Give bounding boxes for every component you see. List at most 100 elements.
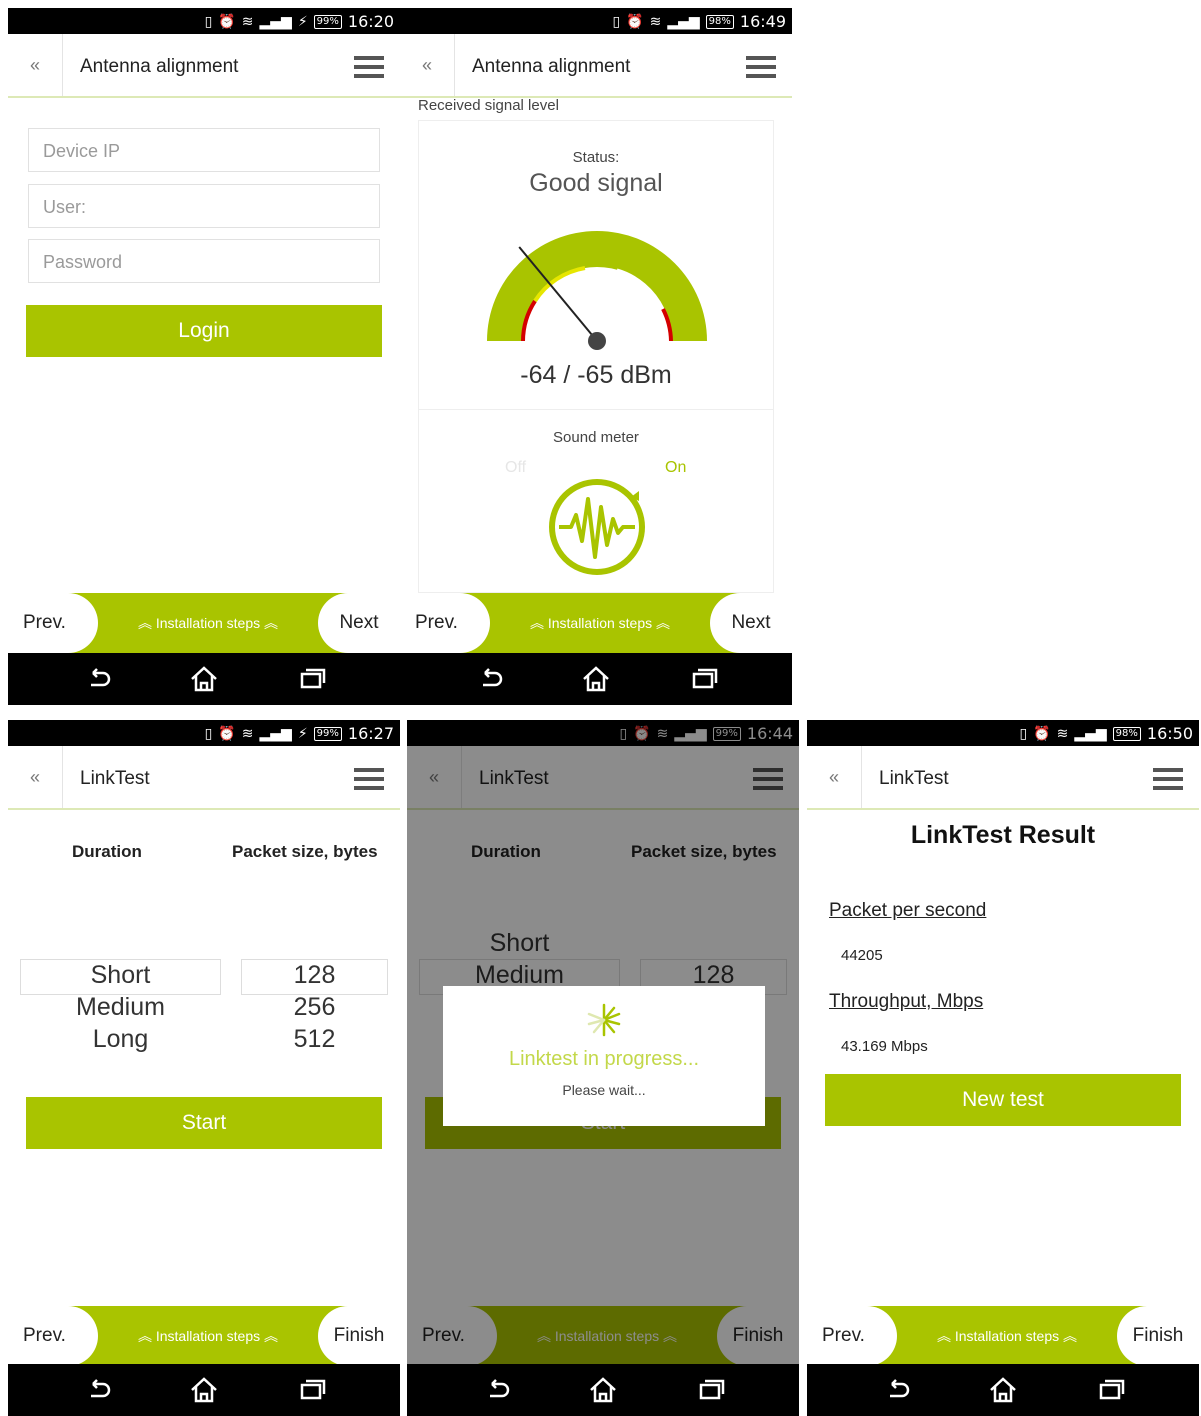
- app-bar: « Antenna alignment: [400, 34, 792, 98]
- installation-steps-button[interactable]: ︽ Installation steps ︽: [98, 1306, 318, 1366]
- back-icon[interactable]: [882, 1374, 914, 1406]
- page-title: Antenna alignment: [80, 56, 239, 77]
- hamburger-menu-icon[interactable]: [1153, 768, 1183, 790]
- alarm-icon: ⏰: [218, 13, 236, 30]
- hamburger-menu-icon[interactable]: [746, 56, 776, 78]
- hamburger-menu-icon[interactable]: [354, 768, 384, 790]
- charging-icon: ⚡: [297, 725, 308, 742]
- prev-button[interactable]: Prev.: [400, 593, 490, 653]
- chevrons-up-icon: ︽: [137, 1328, 156, 1344]
- recents-icon[interactable]: [695, 1374, 727, 1406]
- battery-level: 98%: [1112, 726, 1141, 741]
- wifi-icon: ≋: [1056, 725, 1069, 742]
- status-bar: ▯ ⏰ ≋ ▂▄▆ ⚡ 99% 16:20: [8, 8, 400, 34]
- duration-header: Duration: [72, 842, 142, 861]
- sound-meter-toggle-icon[interactable]: [545, 475, 649, 579]
- clock: 16:49: [739, 12, 786, 31]
- device-ip-field[interactable]: Device IP: [28, 128, 380, 172]
- screen-login: ▯ ⏰ ≋ ▂▄▆ ⚡ 99% 16:20 « Antenna alignmen…: [8, 8, 400, 705]
- duration-picker[interactable]: Short Medium Long: [20, 959, 221, 1055]
- recents-icon[interactable]: [688, 663, 720, 695]
- recents-icon[interactable]: [1095, 1374, 1127, 1406]
- installation-steps-button[interactable]: ︽ Installation steps ︽: [98, 593, 318, 653]
- next-button[interactable]: Next: [318, 593, 400, 653]
- prev-button[interactable]: Prev.: [8, 593, 98, 653]
- signal-reading: -64 / -65 dBm: [520, 361, 672, 389]
- status-value: Good signal: [529, 169, 663, 197]
- packet-size-picker[interactable]: 128 256 512: [241, 959, 388, 1055]
- picker-option-256[interactable]: 256: [241, 991, 388, 1023]
- app-bar: « LinkTest: [807, 746, 1199, 810]
- finish-button[interactable]: Finish: [1117, 1306, 1199, 1366]
- clock: 16:20: [347, 12, 394, 31]
- home-icon[interactable]: [987, 1374, 1019, 1406]
- packet-size-header: Packet size, bytes: [232, 842, 378, 861]
- vibrate-icon: ▯: [204, 725, 213, 742]
- chevrons-up-icon: ︽: [260, 1328, 279, 1344]
- home-icon[interactable]: [188, 663, 220, 695]
- double-chevron-left-icon: «: [29, 54, 40, 75]
- recents-icon[interactable]: [296, 1374, 328, 1406]
- double-chevron-left-icon: «: [421, 54, 432, 75]
- picker-option-medium[interactable]: Medium: [20, 991, 221, 1023]
- user-field[interactable]: User:: [28, 184, 380, 228]
- dialog-subtitle: Please wait...: [562, 1082, 646, 1098]
- android-nav-bar: [400, 653, 792, 705]
- next-button[interactable]: Next: [710, 593, 792, 653]
- back-icon[interactable]: [83, 663, 115, 695]
- installation-steps-button[interactable]: ︽ Installation steps ︽: [897, 1306, 1117, 1366]
- password-field[interactable]: Password: [28, 239, 380, 283]
- prev-button[interactable]: Prev.: [807, 1306, 897, 1366]
- android-nav-bar: [407, 1364, 799, 1416]
- installation-steps-label: Installation steps: [155, 615, 261, 631]
- sound-meter-label: Sound meter: [553, 429, 639, 446]
- status-label: Status:: [572, 149, 620, 166]
- wifi-icon: ≋: [241, 725, 254, 742]
- double-chevron-left-icon: «: [828, 766, 839, 787]
- new-test-button[interactable]: New test: [825, 1074, 1181, 1126]
- signal-gauge: [487, 231, 707, 350]
- back-icon[interactable]: [83, 1374, 115, 1406]
- recents-icon[interactable]: [296, 663, 328, 695]
- back-button[interactable]: «: [400, 34, 455, 96]
- installation-steps-label: Installation steps: [954, 1328, 1060, 1344]
- vibrate-icon: ▯: [612, 13, 621, 30]
- page-title: LinkTest: [80, 768, 150, 789]
- picker-option-short[interactable]: Short: [20, 959, 221, 991]
- installation-steps-label: Installation steps: [547, 615, 653, 631]
- home-icon[interactable]: [188, 1374, 220, 1406]
- result-title: LinkTest Result: [910, 821, 1096, 849]
- alarm-icon: ⏰: [626, 13, 644, 30]
- clock: 16:27: [347, 724, 394, 743]
- hamburger-menu-icon[interactable]: [354, 56, 384, 78]
- dialog-title: Linktest in progress...: [508, 1048, 700, 1070]
- login-button[interactable]: Login: [26, 305, 382, 357]
- picker-option-long[interactable]: Long: [20, 1023, 221, 1055]
- back-button[interactable]: «: [8, 34, 63, 96]
- home-icon[interactable]: [587, 1374, 619, 1406]
- back-button[interactable]: «: [8, 746, 63, 808]
- prev-button[interactable]: Prev.: [8, 1306, 98, 1366]
- progress-dialog: Linktest in progress... Please wait...: [443, 986, 765, 1126]
- back-icon[interactable]: [475, 663, 507, 695]
- sound-on-option[interactable]: On: [665, 459, 686, 477]
- chevrons-up-icon: ︽: [137, 615, 156, 631]
- double-chevron-left-icon: «: [29, 766, 40, 787]
- status-bar: ▯ ⏰ ≋ ▂▄▆ ⚡ 99% 16:27: [8, 720, 400, 746]
- status-bar: ▯ ⏰ ≋ ▂▄▆ 98% 16:49: [400, 8, 792, 34]
- bottom-bar: Prev. ︽ Installation steps ︽ Next: [8, 593, 400, 653]
- screen-linktest-progress: ▯ ⏰ ≋ ▂▄▆ 99% 16:44 « LinkTest Duration …: [407, 720, 799, 1416]
- sound-off-option[interactable]: Off: [505, 459, 526, 477]
- finish-button[interactable]: Finish: [318, 1306, 400, 1366]
- installation-steps-button[interactable]: ︽ Installation steps ︽: [490, 593, 710, 653]
- android-nav-bar: [8, 653, 400, 705]
- app-bar: « Antenna alignment: [8, 34, 400, 98]
- picker-option-512[interactable]: 512: [241, 1023, 388, 1055]
- home-icon[interactable]: [580, 663, 612, 695]
- start-button[interactable]: Start: [26, 1097, 382, 1149]
- clock: 16:50: [1146, 724, 1193, 743]
- picker-option-128[interactable]: 128: [241, 959, 388, 991]
- back-button[interactable]: «: [807, 746, 862, 808]
- chevrons-up-icon: ︽: [936, 1328, 955, 1344]
- back-icon[interactable]: [482, 1374, 514, 1406]
